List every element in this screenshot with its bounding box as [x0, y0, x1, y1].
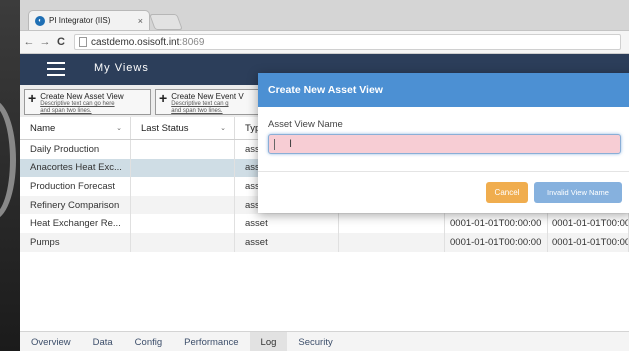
url-port: :8069	[179, 36, 205, 48]
table-cell: 0001-01-01T00:00	[548, 214, 629, 233]
table-cell	[131, 177, 235, 196]
button-description: and span two lines.	[171, 108, 223, 114]
table-row[interactable]: Pumps asset 0001-01-01T00:00:00 0001-01-01T…	[20, 232, 629, 252]
table-cell	[131, 232, 235, 252]
table-cell	[131, 214, 235, 233]
table-cell	[339, 232, 445, 252]
tab-performance[interactable]: Performance	[173, 332, 249, 351]
button-description: Descriptive text can g	[171, 101, 229, 107]
chevron-down-icon[interactable]: ⌄	[116, 124, 122, 132]
address-bar: ← → C castdemo.osisoft.int:8069	[20, 31, 629, 54]
table-cell: Heat Exchanger Re...	[20, 214, 131, 233]
url-field[interactable]: castdemo.osisoft.int:8069	[74, 34, 621, 50]
browser-tab-title: PI Integrator (IIS)	[49, 16, 111, 25]
dialog-title: Create New Asset View	[258, 73, 629, 107]
dialog-divider	[258, 171, 629, 172]
create-asset-view-button[interactable]: + Create New Asset View Descriptive text…	[24, 89, 151, 115]
create-event-view-button[interactable]: + Create New Event V Descriptive text ca…	[155, 89, 265, 115]
browser-tab[interactable]: ◐ PI Integrator (IIS) ×	[28, 10, 150, 30]
table-cell: Production Forecast	[20, 177, 131, 196]
table-cell: 0001-01-01T00:00:00	[445, 214, 548, 233]
table-cell	[131, 158, 235, 178]
url-host: castdemo.osisoft.int	[91, 36, 180, 48]
button-description: Descriptive text can go here	[40, 101, 115, 107]
text-cursor-icon: I	[289, 138, 293, 150]
back-icon[interactable]: ←	[22, 36, 36, 48]
table-cell: Pumps	[20, 232, 131, 252]
column-header-label: Last Status	[141, 122, 189, 134]
tab-overview[interactable]: Overview	[20, 332, 82, 351]
table-cell	[131, 140, 235, 159]
column-header-name[interactable]: Name ⌄	[20, 117, 131, 139]
asset-view-name-input[interactable]: I	[268, 134, 621, 154]
browser-tabstrip: ◐ PI Integrator (IIS) ×	[20, 0, 629, 31]
column-header-label: Name	[30, 122, 56, 134]
tab-security[interactable]: Security	[287, 332, 343, 351]
create-asset-view-dialog: Create New Asset View Asset View Name I …	[258, 73, 629, 213]
pi-logo-icon: ◐	[35, 15, 45, 26]
create-asset-view-label: Create New Asset View	[40, 92, 124, 101]
forward-icon[interactable]: →	[38, 36, 52, 48]
table-cell: 0001-01-01T00:00	[548, 232, 629, 252]
table-cell	[339, 214, 445, 233]
table-cell	[131, 195, 235, 215]
reload-icon[interactable]: C	[54, 36, 68, 48]
button-description: and span two lines.	[40, 108, 92, 114]
bottom-tab-bar: Overview Data Config Performance Log Sec…	[20, 331, 629, 351]
plus-icon: +	[159, 90, 168, 106]
chevron-down-icon[interactable]: ⌄	[220, 124, 226, 132]
table-cell: Refinery Comparison	[20, 195, 131, 215]
tab-log[interactable]: Log	[249, 332, 288, 351]
asset-view-name-label: Asset View Name	[268, 119, 343, 130]
new-tab-button[interactable]	[149, 14, 183, 30]
column-header-last-status[interactable]: Last Status ⌄	[131, 117, 235, 139]
invalid-view-name-button[interactable]: Invalid View Name	[534, 182, 622, 203]
table-cell: 0001-01-01T00:00:00	[445, 232, 548, 252]
tab-config[interactable]: Config	[124, 332, 173, 351]
create-event-view-label: Create New Event V	[171, 92, 244, 101]
table-cell: Daily Production	[20, 140, 131, 159]
plus-icon: +	[28, 90, 37, 106]
table-cell: Anacortes Heat Exc...	[20, 158, 131, 178]
page-icon	[79, 37, 87, 47]
cancel-button[interactable]: Cancel	[486, 182, 528, 203]
tab-data[interactable]: Data	[82, 332, 124, 351]
browser-window: ◐ PI Integrator (IIS) × ← → C castdemo.o…	[20, 0, 629, 351]
close-icon[interactable]: ×	[138, 16, 143, 26]
table-cell: asset	[235, 232, 339, 252]
text-caret	[274, 139, 275, 150]
table-cell: asset	[235, 214, 339, 233]
page-title: My Views	[94, 62, 149, 74]
hamburger-menu-icon[interactable]	[47, 62, 65, 76]
table-row[interactable]: Heat Exchanger Re... asset 0001-01-01T00:0…	[20, 214, 629, 233]
